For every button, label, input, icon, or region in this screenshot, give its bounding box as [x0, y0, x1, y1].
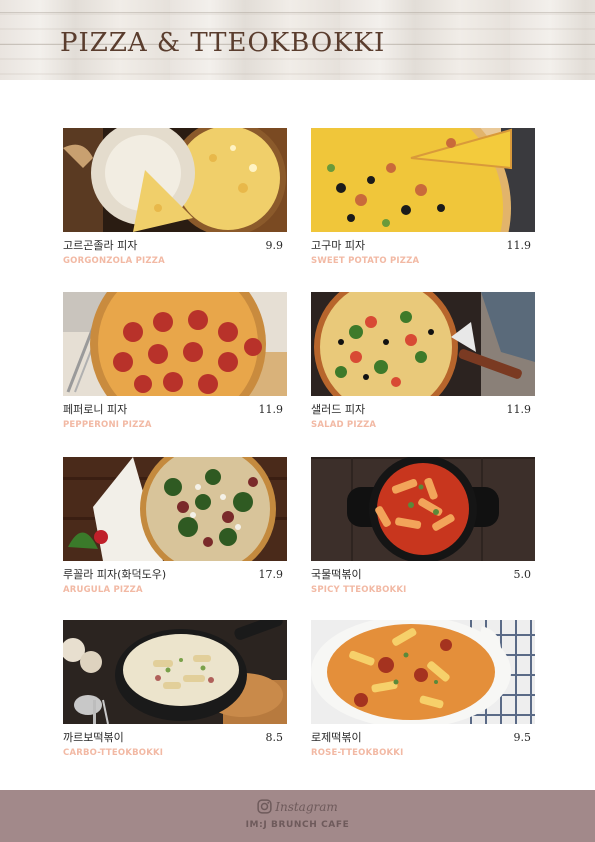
menu-item-price: 8.5 [265, 731, 284, 744]
carbo-tteokbokki-photo [63, 620, 287, 724]
instagram-icon [257, 799, 272, 814]
menu-item-price: 9.9 [265, 239, 284, 252]
menu-item-name: 로제떡볶이 [311, 731, 362, 744]
menu-item-subtitle: ARUGULA PIZZA [63, 585, 143, 595]
menu-item-subtitle: CARBO-TTEOKBOKKI [63, 748, 164, 758]
menu-item-name: 샐러드 피자 [311, 403, 366, 416]
instagram-link[interactable]: Instagram [0, 799, 595, 815]
menu-item-subtitle: SALAD PIZZA [311, 420, 377, 430]
menu-item-name: 루꼴라 피자(화덕도우) [63, 568, 167, 581]
menu-item-subtitle: SWEET POTATO PIZZA [311, 256, 420, 266]
menu-item-name: 페퍼로니 피자 [63, 403, 128, 416]
salad-pizza-photo [311, 292, 535, 396]
menu-item-price: 17.9 [258, 568, 284, 581]
menu-item-name: 까르보떡볶이 [63, 731, 124, 744]
page-title: PIZZA & TTEOKBOKKI [60, 28, 386, 58]
menu-item-name: 고르곤졸라 피자 [63, 239, 138, 252]
menu-item-price: 11.9 [258, 403, 284, 416]
pepperoni-pizza-photo [63, 292, 287, 396]
menu-item-name: 고구마 피자 [311, 239, 366, 252]
menu-item-price: 11.9 [506, 239, 532, 252]
menu-item-price: 11.9 [506, 403, 532, 416]
menu-item-price: 9.5 [513, 731, 532, 744]
arugula-pizza-photo [63, 457, 287, 561]
cafe-name: IM:J BRUNCH CAFE [245, 820, 350, 830]
rose-tteokbokki-photo [311, 620, 535, 724]
instagram-label: Instagram [275, 800, 338, 814]
header-banner: PIZZA & TTEOKBOKKI [0, 0, 595, 80]
menu-item-name: 국물떡볶이 [311, 568, 362, 581]
spicy-tteokbokki-photo [311, 457, 535, 561]
menu-item-price: 5.0 [513, 568, 532, 581]
menu-item-subtitle: ROSE-TTEOKBOKKI [311, 748, 404, 758]
menu-item-subtitle: PEPPERONI PIZZA [63, 420, 152, 430]
menu-item-subtitle: SPICY TTEOKBOKKI [311, 585, 407, 595]
footer: Instagram IM:J BRUNCH CAFE [0, 790, 595, 842]
menu-item-subtitle: GORGONZOLA PIZZA [63, 256, 165, 266]
wood-plank-line [0, 12, 595, 13]
gorgonzola-pizza-photo [63, 128, 287, 232]
sweet-potato-pizza-photo [311, 128, 535, 232]
